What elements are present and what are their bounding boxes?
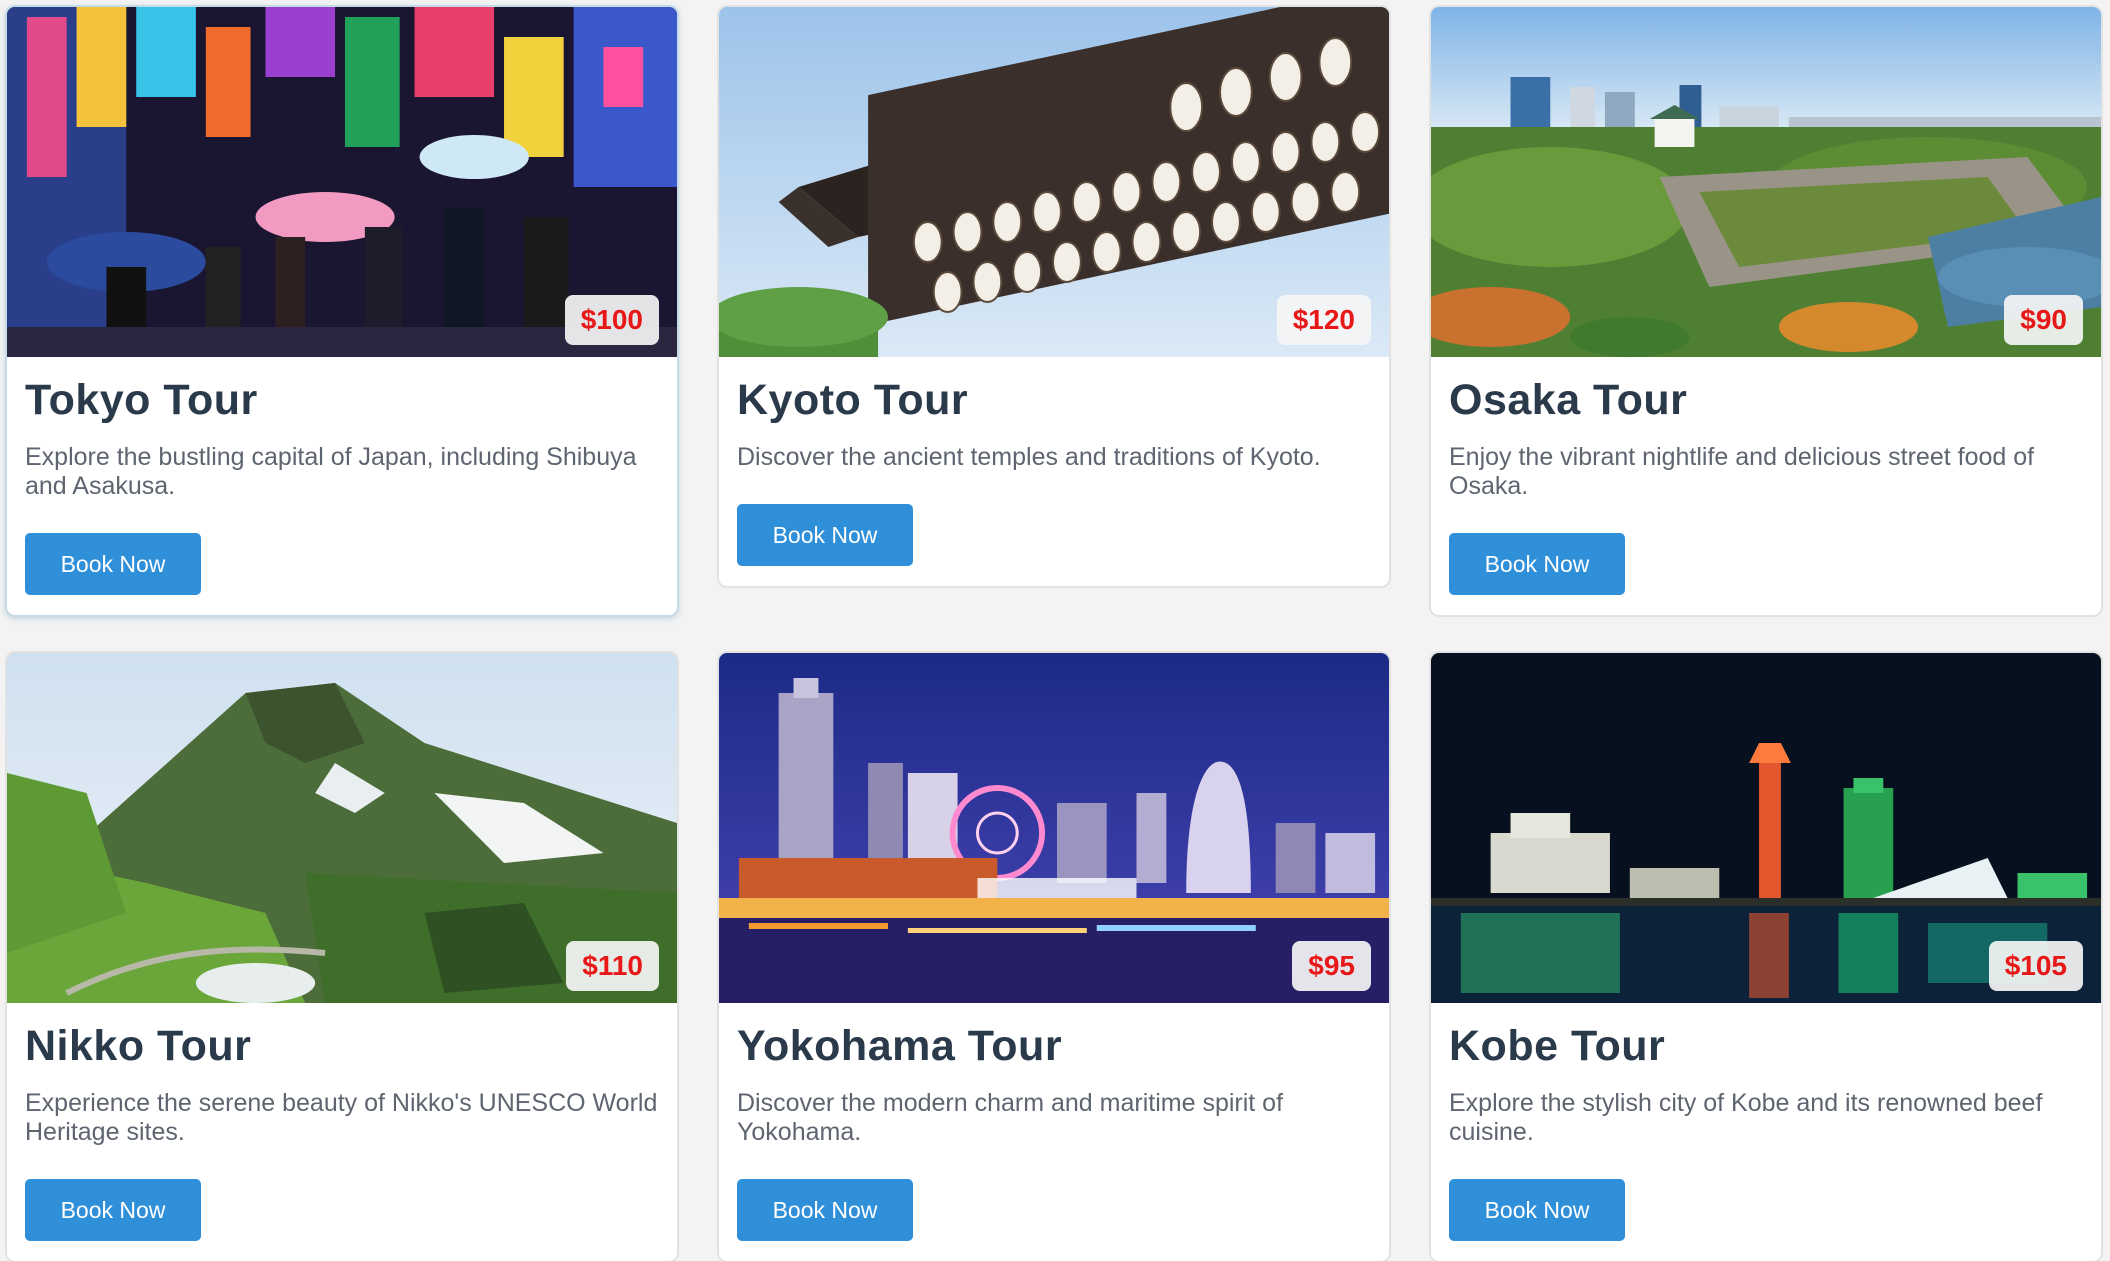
- tour-description: Explore the bustling capital of Japan, i…: [25, 443, 637, 500]
- book-now-button[interactable]: Book Now: [737, 504, 913, 566]
- tour-card-yokohama: $95 Yokohama Tour Discover the modern ch…: [717, 651, 1391, 1261]
- book-now-button[interactable]: Book Now: [737, 1179, 913, 1241]
- tour-description: Discover the modern charm and maritime s…: [737, 1089, 1284, 1146]
- book-now-button[interactable]: Book Now: [1449, 1179, 1625, 1241]
- osaka-photo: $90: [1431, 7, 2101, 357]
- tour-card-kyoto: $120 Kyoto Tour Discover the ancient tem…: [717, 5, 1391, 588]
- tour-description: Discover the ancient temples and traditi…: [737, 443, 1321, 471]
- price-badge: $120: [1276, 295, 1371, 345]
- tour-title: Nikko Tour: [25, 1022, 252, 1070]
- tour-title: Osaka Tour: [1449, 376, 1688, 424]
- kobe-photo: $105: [1431, 653, 2101, 1003]
- tour-description: Experience the serene beauty of Nikko's …: [25, 1089, 658, 1146]
- tour-title: Kobe Tour: [1449, 1022, 1666, 1070]
- nikko-photo: $110: [7, 653, 677, 1003]
- book-now-button[interactable]: Book Now: [25, 533, 201, 595]
- tour-grid: $100 Tokyo Tour Explore the bustling cap…: [0, 0, 2110, 1261]
- tour-title: Yokohama Tour: [737, 1022, 1063, 1070]
- price-badge: $90: [2004, 295, 2083, 345]
- price-badge: $100: [564, 295, 659, 345]
- yokohama-photo: $95: [719, 653, 1389, 1003]
- tour-description: Enjoy the vibrant nightlife and deliciou…: [1449, 443, 2035, 500]
- tour-card-osaka: $90 Osaka Tour Enjoy the vibrant nightli…: [1429, 5, 2103, 617]
- book-now-button[interactable]: Book Now: [25, 1179, 201, 1241]
- tokyo-photo: $100: [7, 7, 677, 357]
- tour-title: Kyoto Tour: [737, 376, 969, 424]
- tour-description: Explore the stylish city of Kobe and its…: [1449, 1089, 2043, 1146]
- price-badge: $105: [1988, 941, 2083, 991]
- tour-title: Tokyo Tour: [25, 376, 258, 424]
- kyoto-photo: $120: [719, 7, 1389, 357]
- tour-card-kobe: $105 Kobe Tour Explore the stylish city …: [1429, 651, 2103, 1261]
- tour-card-nikko: $110 Nikko Tour Experience the serene be…: [5, 651, 679, 1261]
- price-badge: $95: [1292, 941, 1371, 991]
- price-badge: $110: [566, 941, 659, 991]
- tour-card-tokyo: $100 Tokyo Tour Explore the bustling cap…: [5, 5, 679, 617]
- book-now-button[interactable]: Book Now: [1449, 533, 1625, 595]
